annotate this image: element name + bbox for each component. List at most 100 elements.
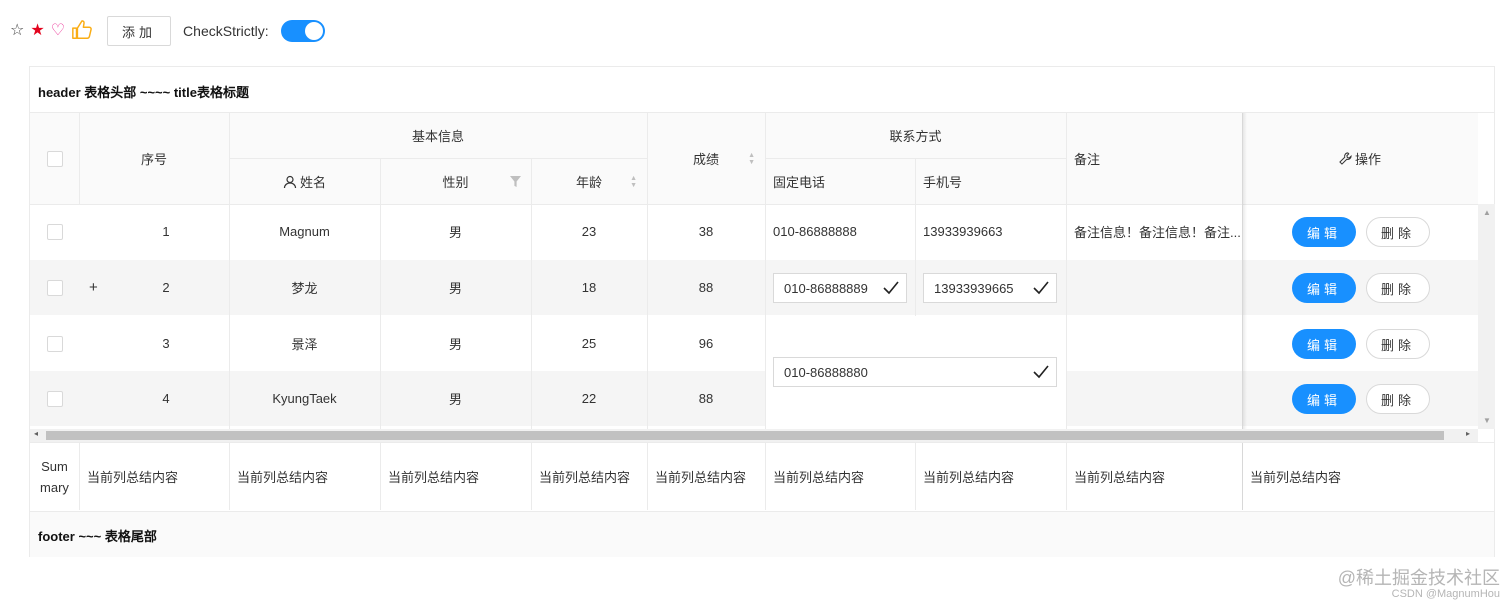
row-actions: 编辑 删除 xyxy=(1292,273,1430,303)
edit-button[interactable]: 编辑 xyxy=(1292,329,1356,359)
row-select-cell xyxy=(30,371,79,426)
divider xyxy=(380,443,381,510)
select-all-checkbox[interactable] xyxy=(46,150,63,167)
add-button[interactable]: 添加 xyxy=(107,16,172,46)
row-checkbox[interactable] xyxy=(46,335,63,352)
divider xyxy=(915,159,916,316)
row-actions: 编辑 删除 xyxy=(1292,384,1430,414)
scroll-down-arrow[interactable]: ▼ xyxy=(1483,416,1491,425)
star-outline-icon[interactable]: ☆ xyxy=(10,23,24,39)
row-actions: 编辑 删除 xyxy=(1292,329,1430,359)
summary-cell: 当前列总结内容 xyxy=(923,470,1015,485)
divider xyxy=(647,113,648,429)
watermark-line2: CSDN @MagnumHou xyxy=(1391,588,1500,600)
cell-age: 23 xyxy=(581,224,597,239)
header-phone: 固定电话 xyxy=(773,175,826,190)
scroll-left-arrow[interactable]: ◂ xyxy=(34,429,38,438)
delete-button[interactable]: 删除 xyxy=(1366,273,1430,303)
summary-cell: 当前列总结内容 xyxy=(1074,470,1166,485)
delete-button[interactable]: 删除 xyxy=(1366,384,1430,414)
star-filled-icon[interactable]: ★ xyxy=(30,23,44,39)
cell-age: 22 xyxy=(581,391,597,406)
confirm-check-icon[interactable] xyxy=(882,279,900,297)
check-strictly-label: CheckStrictly: xyxy=(183,23,269,39)
cell-score: 38 xyxy=(698,224,714,239)
cell-gender: 男 xyxy=(448,392,462,407)
divider xyxy=(765,443,766,510)
row-checkbox[interactable] xyxy=(46,223,63,240)
watermark: @稀土掘金技术社区 CSDN @MagnumHou xyxy=(1338,568,1500,601)
cell-gender: 男 xyxy=(448,281,462,296)
phone-edit-value: 010-86888889 xyxy=(784,280,868,296)
scroll-up-arrow[interactable]: ▲ xyxy=(1483,208,1491,217)
vertical-scrollbar[interactable]: ▲ ▼ xyxy=(1478,204,1495,429)
horizontal-scrollbar[interactable]: ◂ ▸ xyxy=(30,429,1478,442)
delete-button[interactable]: 删除 xyxy=(1366,217,1430,247)
edit-button[interactable]: 编辑 xyxy=(1292,384,1356,414)
divider xyxy=(79,443,80,510)
header-score-label: 成绩 xyxy=(692,152,719,167)
confirm-check-icon[interactable] xyxy=(1032,363,1050,381)
divider xyxy=(229,443,230,510)
row-select-cell xyxy=(30,260,79,315)
header-age: 年龄 ▲ ▼ xyxy=(531,159,647,204)
summary-cell: 当前列总结内容 xyxy=(539,470,631,485)
watermark-line1: @稀土掘金技术社区 xyxy=(1337,568,1500,588)
cell-index: 3 xyxy=(162,336,170,351)
cell-score: 88 xyxy=(698,280,714,295)
header-age-label: 年龄 xyxy=(575,175,602,190)
cell-index: 4 xyxy=(162,391,170,406)
cell-name: 梦龙 xyxy=(291,281,318,296)
cell-mobile: 13933939663 xyxy=(923,224,1003,239)
summary-cell: 当前列总结内容 xyxy=(87,470,179,485)
heart-icon[interactable]: ♡ xyxy=(51,23,65,39)
divider xyxy=(1066,443,1067,510)
merged-phone-edit-input[interactable]: 010-86888880 xyxy=(773,357,1057,387)
filter-icon[interactable] xyxy=(510,176,521,187)
row-actions: 编辑 删除 xyxy=(1292,217,1430,247)
header-index: 序号 xyxy=(140,152,167,167)
horizontal-scroll-thumb[interactable] xyxy=(46,431,1444,440)
table-title: header 表格头部 ~~~~ title表格标题 xyxy=(30,67,1494,113)
divider xyxy=(30,204,1478,205)
cell-gender: 男 xyxy=(448,337,462,352)
row-select-cell xyxy=(30,316,79,371)
cell-remark: 备注信息！备注信息！备注... xyxy=(1074,225,1241,240)
row-checkbox[interactable] xyxy=(46,279,63,296)
cell-phone: 010-86888888 xyxy=(773,224,857,239)
check-strictly-toggle[interactable] xyxy=(280,20,325,42)
header-score: 成绩 ▲ ▼ xyxy=(647,113,765,204)
divider xyxy=(1242,443,1243,510)
cell-score: 88 xyxy=(698,391,714,406)
edit-button[interactable]: 编辑 xyxy=(1292,217,1356,247)
header-gender-label: 性别 xyxy=(442,175,469,190)
cell-gender: 男 xyxy=(448,225,462,240)
delete-button[interactable]: 删除 xyxy=(1366,329,1430,359)
like-icon[interactable] xyxy=(71,19,93,44)
mobile-edit-input[interactable]: 13933939665 xyxy=(923,273,1057,303)
divider xyxy=(229,158,647,159)
header-group-contact: 联系方式 xyxy=(889,129,942,144)
edit-button[interactable]: 编辑 xyxy=(1292,273,1356,303)
confirm-check-icon[interactable] xyxy=(1032,279,1050,297)
header-name-label: 姓名 xyxy=(299,175,326,190)
table-footer: footer ~~~ 表格尾部 xyxy=(30,511,1494,557)
sort-icon[interactable]: ▲ ▼ xyxy=(630,175,637,189)
header-group-basic-info: 基本信息 xyxy=(411,129,464,144)
cell-name: Magnum xyxy=(279,224,330,239)
header-mobile: 手机号 xyxy=(923,175,963,190)
scroll-right-arrow[interactable]: ▸ xyxy=(1466,429,1470,438)
sort-icon[interactable]: ▲ ▼ xyxy=(748,152,755,166)
header-remark: 备注 xyxy=(1074,152,1101,167)
divider xyxy=(229,113,230,429)
phone-edit-input[interactable]: 010-86888889 xyxy=(773,273,907,303)
merged-phone-value: 010-86888880 xyxy=(784,364,868,380)
summary-label: Summary xyxy=(40,458,69,495)
summary-cell: 当前列总结内容 xyxy=(237,470,329,485)
divider xyxy=(531,443,532,510)
cell-index: 1 xyxy=(162,224,170,239)
summary-cell: 当前列总结内容 xyxy=(655,470,747,485)
cell-age: 18 xyxy=(581,280,597,295)
row-checkbox[interactable] xyxy=(46,390,63,407)
summary-cell: 当前列总结内容 xyxy=(773,470,865,485)
